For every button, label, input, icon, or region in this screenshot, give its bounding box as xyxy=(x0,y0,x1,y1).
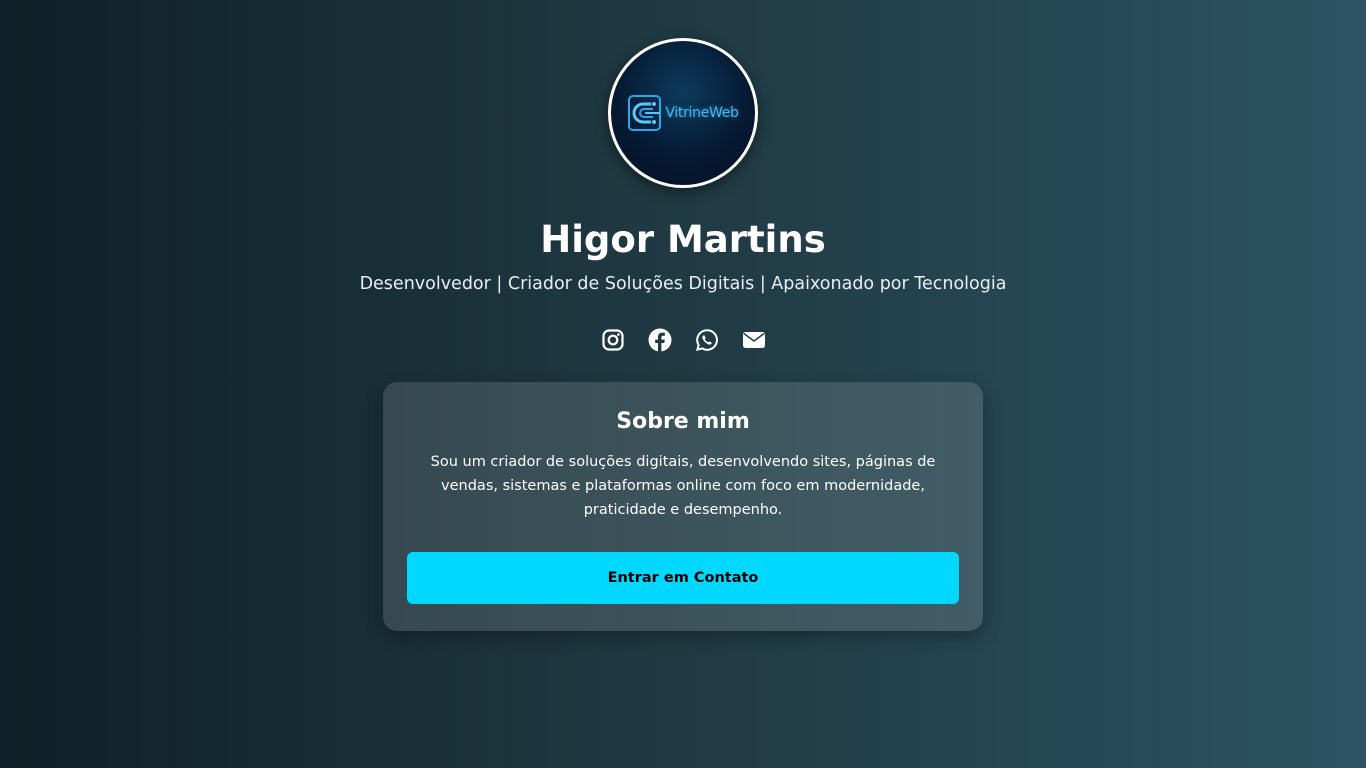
facebook-link[interactable] xyxy=(648,328,672,352)
logo-text: VitrineWeb xyxy=(665,105,739,121)
instagram-icon xyxy=(601,329,624,351)
whatsapp-link[interactable] xyxy=(695,328,719,352)
profile-tagline: Desenvolvedor | Criador de Soluções Digi… xyxy=(359,274,1007,294)
vitrineweb-logo-icon xyxy=(628,95,662,131)
vitrineweb-logo: VitrineWeb xyxy=(627,93,739,133)
whatsapp-icon xyxy=(695,329,718,351)
contact-button[interactable]: Entrar em Contato xyxy=(407,552,959,604)
instagram-link[interactable] xyxy=(601,328,625,352)
about-card: Sobre mim Sou um criador de soluções dig… xyxy=(383,382,983,631)
about-text: Sou um criador de soluções digitais, des… xyxy=(430,454,936,518)
about-title: Sobre mim xyxy=(616,409,750,434)
facebook-icon xyxy=(648,328,671,352)
avatar: VitrineWeb xyxy=(608,38,758,188)
social-links xyxy=(601,328,766,352)
profile-name: Higor Martins xyxy=(540,218,826,261)
email-link[interactable] xyxy=(742,328,766,352)
profile-page: VitrineWeb Higor Martins Desenvolvedor |… xyxy=(0,0,1366,768)
email-icon xyxy=(742,332,765,348)
